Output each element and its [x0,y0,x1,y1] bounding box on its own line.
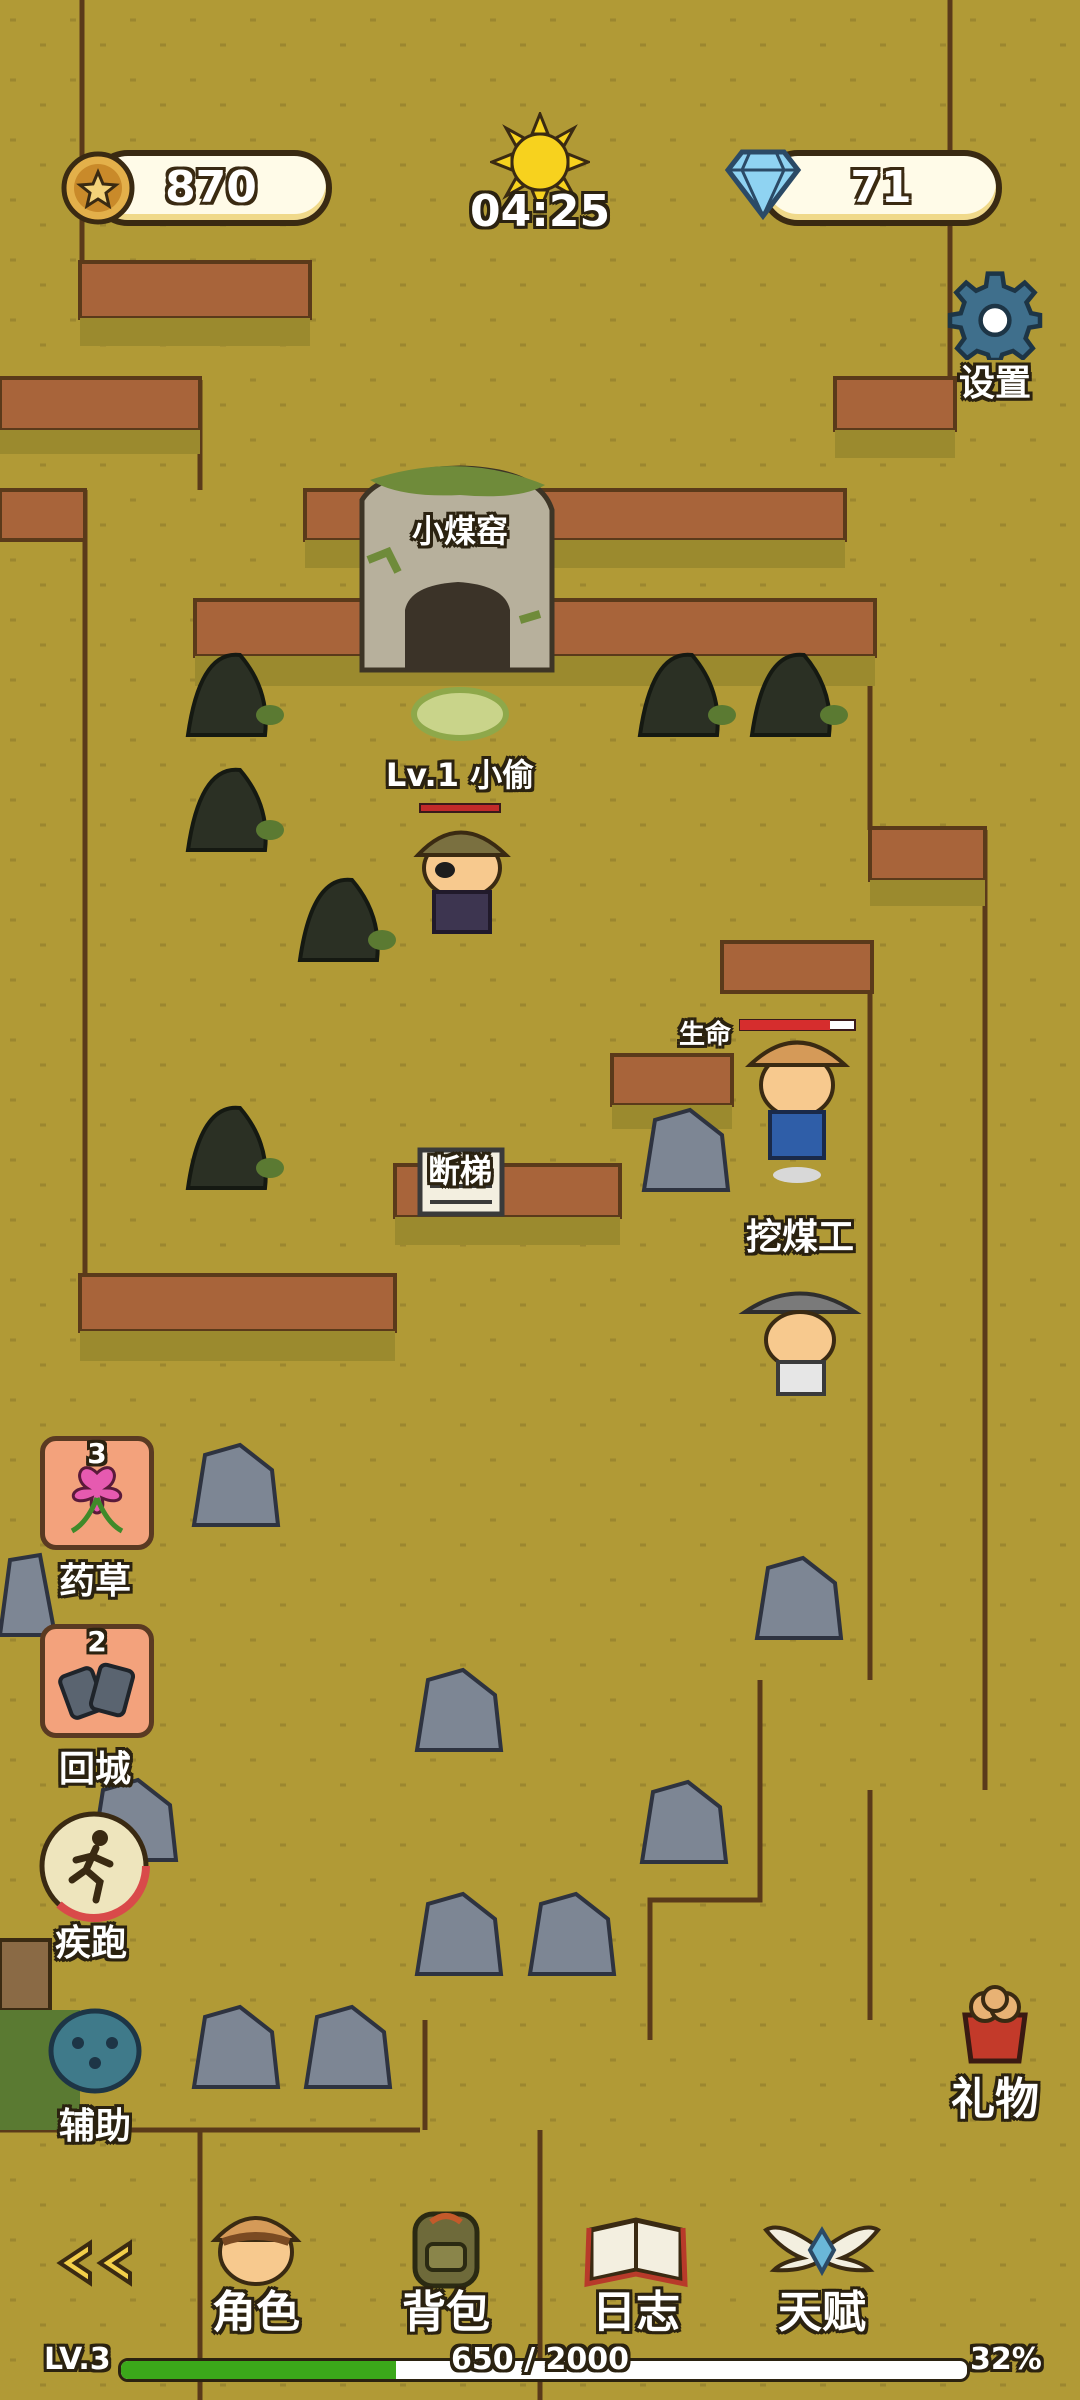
cave-label[interactable]: 小煤窑 [380,506,540,552]
herb-item[interactable]: 3 药草 [40,1436,154,1604]
settings-button[interactable]: 设置 [935,270,1055,406]
nav-backpack[interactable]: 背包 [376,2200,516,2340]
sprint-icon [38,1810,150,1922]
gift-icon [962,1985,1028,2064]
xp-text: 650 / 2000 [451,2342,629,2377]
coin-icon [61,151,135,225]
settings-label: 设置 [958,363,1031,404]
game-screen[interactable]: 870 04:25 71 设置 小煤窑 Lv.1 小偷 断梯 生命 挖煤工 3 … [0,0,1080,2400]
game-clock: 04:25 [470,186,611,237]
diamond-icon [724,149,802,221]
nav-talent[interactable]: 天赋 [752,2200,892,2340]
assist-icon [48,2008,142,2094]
nav-character[interactable]: 角色 [186,2200,326,2340]
game-map[interactable] [0,0,1080,2400]
gift-label: 礼物 [951,2074,1039,2125]
collapse-arrows-icon[interactable] [50,2238,140,2288]
assist-button[interactable]: 辅助 [40,2005,150,2149]
enemy-label[interactable]: Lv.1 小偷 [360,750,560,796]
gear-icon [947,271,1043,363]
herb-icon [70,1466,124,1534]
npc-hp-label: 生命 [678,1020,731,1050]
player-level: LV.3 [44,2342,111,2377]
teleport-circle [411,687,509,741]
sprint-button[interactable]: 疾跑 [36,1808,150,1966]
xp-bar-fill [121,2361,396,2379]
xp-percent: 32% [970,2342,1042,2377]
miner-label[interactable]: 挖煤工 [730,1208,870,1260]
herb-label: 药草 [58,1561,131,1602]
assist-label: 辅助 [58,2106,131,2147]
return-town-label: 回城 [58,1749,131,1790]
gift-button[interactable]: 礼物 [930,1985,1060,2127]
logs-icon [58,1662,136,1720]
return-town-item[interactable]: 2 回城 [40,1624,154,1792]
nav-journal[interactable]: 日志 [566,2200,706,2340]
ladder-label[interactable]: 断梯 [410,1146,510,1192]
coal-cave [359,465,555,673]
